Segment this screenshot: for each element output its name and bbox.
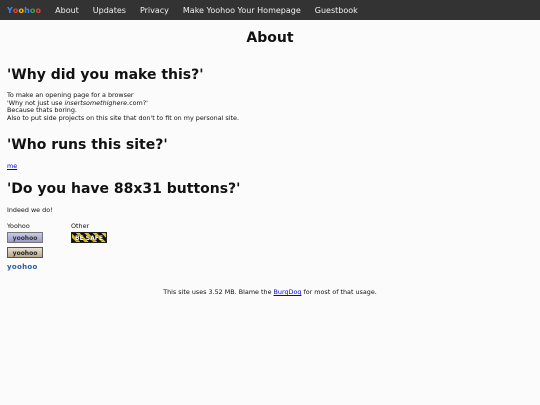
other-button-1[interactable]: BE SAFE bbox=[71, 232, 107, 244]
other-column-label: Other bbox=[71, 222, 90, 231]
yoohoo-button-1[interactable]: yoohoo bbox=[7, 232, 43, 244]
nav-link-about[interactable]: About bbox=[55, 6, 79, 15]
page-title: About bbox=[246, 30, 294, 46]
why-paragraph: To make an opening page for a browser 'W… bbox=[7, 91, 533, 122]
nav-link-homepage[interactable]: Make Yoohoo Your Homepage bbox=[183, 6, 301, 15]
yoohoo-button-3[interactable]: yoohoo bbox=[7, 262, 43, 273]
why-heading: 'Why did you make this?' bbox=[7, 67, 204, 83]
brand-logo[interactable]: Yoohoo bbox=[7, 6, 41, 15]
burgdog-link[interactable]: BurgDog bbox=[274, 288, 302, 296]
nav-link-updates[interactable]: Updates bbox=[93, 6, 126, 15]
navbar: Yoohoo About Updates Privacy Make Yoohoo… bbox=[0, 0, 540, 20]
buttons-heading: 'Do you have 88x31 buttons?' bbox=[7, 181, 241, 198]
yoohoo-button-2[interactable]: yoohoo bbox=[7, 247, 43, 259]
footer-note: This site uses 3.52 MB. Blame the BurgDo… bbox=[163, 288, 377, 297]
why-line-2: 'Why not just use insertsomethighere.com… bbox=[7, 98, 148, 107]
yoohoo-buttons-column: Yoohoo yoohoo yoohoo yoohoo bbox=[7, 222, 43, 277]
who-heading: 'Who runs this site?' bbox=[7, 137, 168, 154]
other-buttons-column: Other BE SAFE bbox=[71, 222, 107, 277]
nav-link-guestbook[interactable]: Guestbook bbox=[315, 6, 358, 15]
brand-letter: o bbox=[35, 5, 42, 15]
buttons-gallery: Yoohoo yoohoo yoohoo yoohoo Other BE SAF… bbox=[7, 222, 533, 277]
buttons-answer: Indeed we do! bbox=[7, 206, 53, 215]
why-line-4: Also to put side projects on this site t… bbox=[7, 113, 239, 122]
me-link[interactable]: me bbox=[7, 162, 533, 170]
nav-link-privacy[interactable]: Privacy bbox=[140, 6, 169, 15]
yoohoo-column-label: Yoohoo bbox=[7, 222, 30, 231]
